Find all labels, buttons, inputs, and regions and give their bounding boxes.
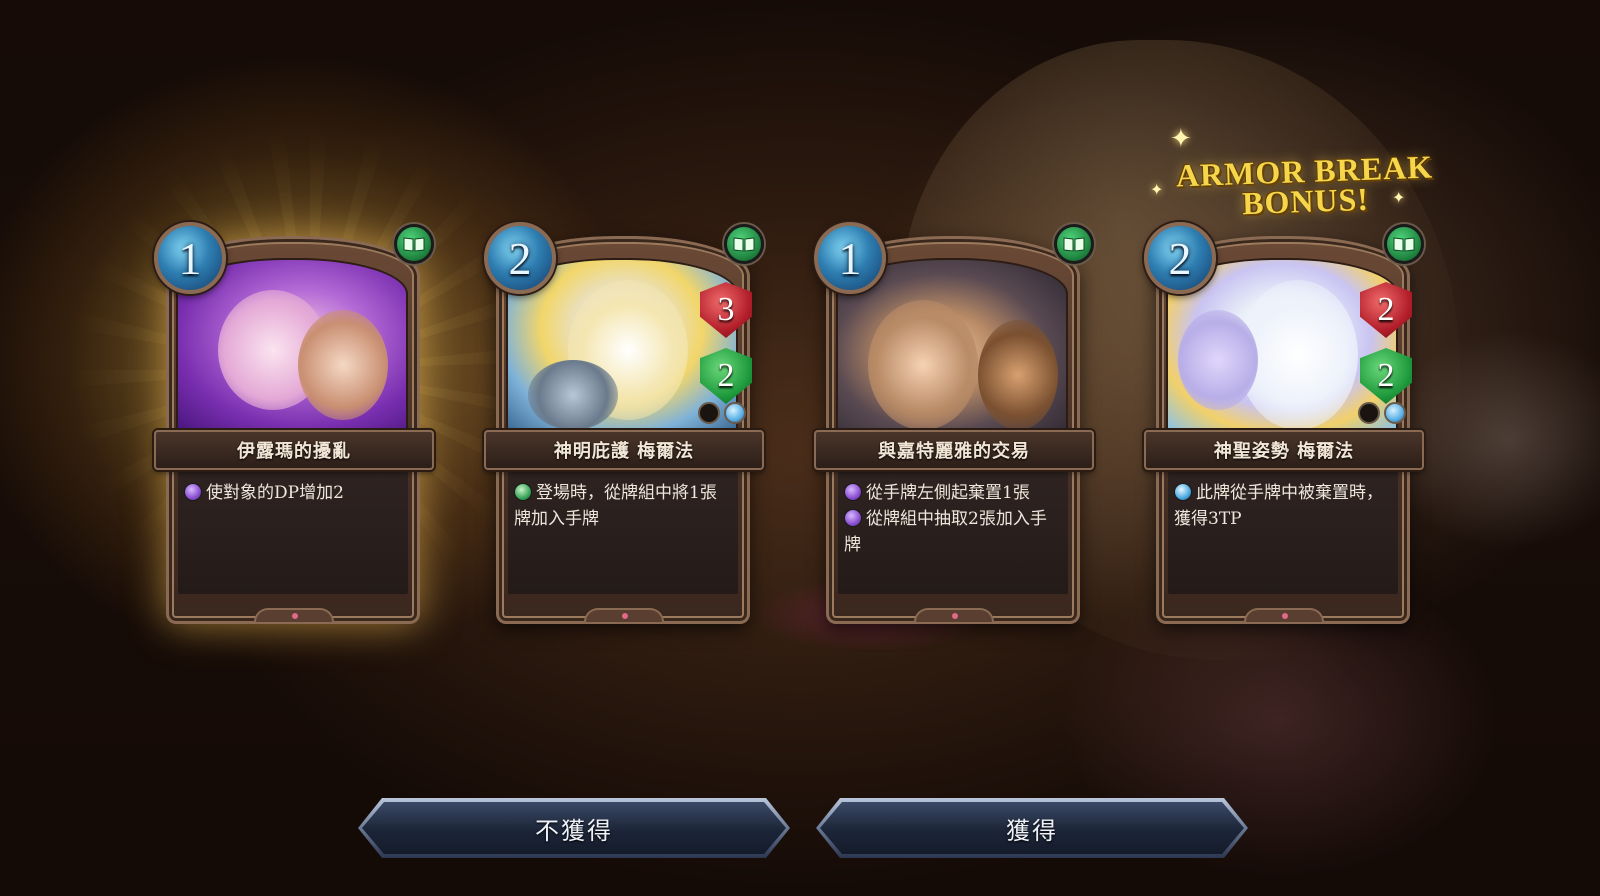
card-text: 使對象的DP增加2 (178, 472, 408, 594)
book-icon[interactable] (1054, 224, 1094, 264)
orb-empty (1358, 402, 1380, 424)
draw-effect-icon (844, 509, 862, 527)
card-1[interactable]: 1 伊露瑪的擾亂 使對象的DP增加2 (154, 222, 434, 624)
spell-effect-icon (184, 483, 202, 501)
effect-line: 使對象的DP增加2 (184, 480, 402, 506)
decline-button[interactable]: 不獲得 (362, 802, 786, 854)
card-text: 從手牌左側起棄置1張 從牌組中抽取2張加入手牌 (838, 472, 1068, 594)
card-text: 登場時，從牌組中將1張牌加入手牌 (508, 472, 738, 594)
card-3[interactable]: 1 與嘉特麗雅的交易 從手牌左側起棄置1張 從牌組中抽取2張加入手牌 (814, 222, 1094, 624)
cost-gem-icon: 2 (1144, 222, 1216, 294)
effect-text: 此牌從手牌中被棄置時，獲得3TP (1174, 483, 1383, 529)
effect-text: 從牌組中抽取2張加入手牌 (844, 509, 1047, 555)
cost-gem-icon: 2 (484, 222, 556, 294)
discard-trigger-icon (1174, 483, 1192, 501)
sparkle-icon: ✦ (1150, 180, 1164, 199)
book-icon[interactable] (724, 224, 764, 264)
orb-lit (724, 402, 746, 424)
orb-slots (1358, 402, 1406, 424)
card-name: 神明庇護 梅爾法 (484, 430, 764, 470)
orb-slots (698, 402, 746, 424)
effect-text: 從手牌左側起棄置1張 (866, 483, 1030, 503)
card-footer (914, 608, 994, 622)
effect-text: 登場時，從牌組中將1張牌加入手牌 (514, 483, 717, 529)
card-4[interactable]: 2 2 2 神聖姿勢 梅爾法 此牌從手牌中被棄置時，獲得3TP (1144, 222, 1424, 624)
card-name: 與嘉特麗雅的交易 (814, 430, 1094, 470)
effect-text: 使對象的DP增加2 (206, 483, 344, 503)
cost-gem-icon: 1 (814, 222, 886, 294)
orb-lit (1384, 402, 1406, 424)
effect-line: 從牌組中抽取2張加入手牌 (844, 506, 1062, 558)
armor-break-bonus-banner: ARMOR BREAK BONUS! (1169, 149, 1441, 222)
orb-empty (698, 402, 720, 424)
effect-line: 此牌從手牌中被棄置時，獲得3TP (1174, 480, 1392, 532)
discard-effect-icon (844, 483, 862, 501)
card-footer (584, 608, 664, 622)
card-name: 伊露瑪的擾亂 (154, 430, 434, 470)
sparkle-icon: ✦ (1170, 124, 1192, 154)
book-icon[interactable] (1384, 224, 1424, 264)
accept-button[interactable]: 獲得 (820, 802, 1244, 854)
card-footer (1244, 608, 1324, 622)
card-name: 神聖姿勢 梅爾法 (1144, 430, 1424, 470)
effect-line: 登場時，從牌組中將1張牌加入手牌 (514, 480, 732, 532)
book-icon[interactable] (394, 224, 434, 264)
card-text: 此牌從手牌中被棄置時，獲得3TP (1168, 472, 1398, 594)
cost-gem-icon: 1 (154, 222, 226, 294)
card-2[interactable]: 2 3 2 神明庇護 梅爾法 登場時，從牌組中將1張牌加入手牌 (484, 222, 764, 624)
enter-effect-icon (514, 483, 532, 501)
card-footer (254, 608, 334, 622)
effect-line: 從手牌左側起棄置1張 (844, 480, 1062, 506)
